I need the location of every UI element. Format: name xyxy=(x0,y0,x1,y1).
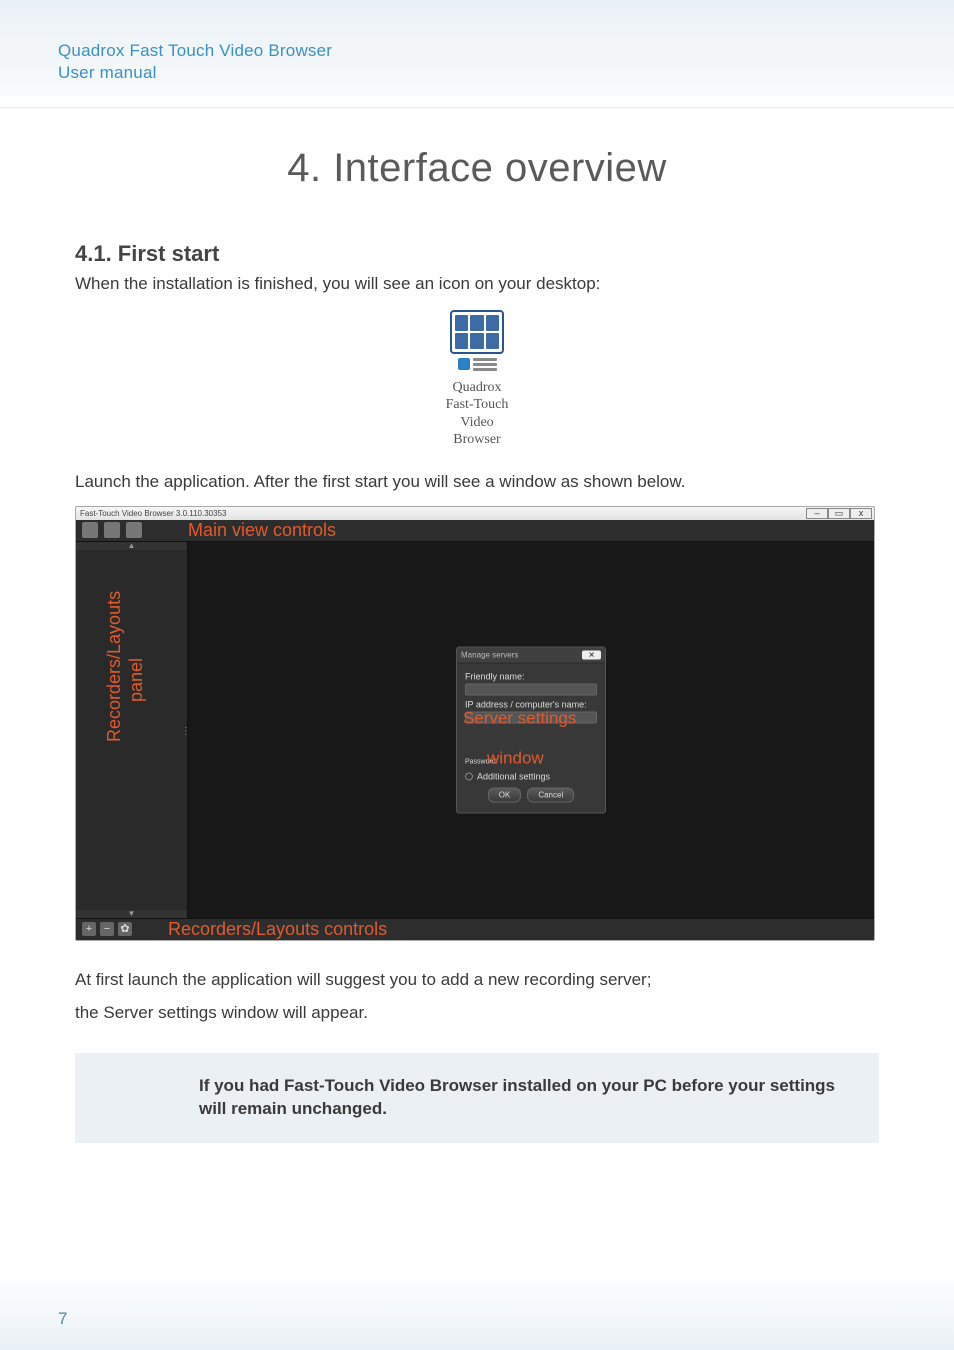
friendly-name-label: Friendly name: xyxy=(465,671,597,681)
launch-text: Launch the application. After the first … xyxy=(75,471,879,494)
page-content: 4. Interface overview 4.1. First start W… xyxy=(0,108,954,1143)
window-title: Fast-Touch Video Browser 3.0.110.30353 xyxy=(80,509,226,518)
app-icon xyxy=(450,310,504,354)
brand-title: Quadrox Fast Touch Video Browser xyxy=(58,40,954,62)
intro-text: When the installation is finished, you w… xyxy=(75,273,879,296)
window-buttons: – ▭ x xyxy=(806,508,872,519)
page-footer: 7 xyxy=(0,1275,954,1350)
main-viewport: Manage servers ✕ Friendly name: IP addre… xyxy=(188,542,874,918)
gear-icon[interactable]: ✿ xyxy=(118,922,132,936)
section-title: 4. Interface overview xyxy=(75,146,879,191)
brand-subtitle: User manual xyxy=(58,62,954,84)
additional-settings-toggle[interactable]: Additional settings xyxy=(465,771,597,781)
app-icon-caption: Quadrox Fast-Touch Video Browser xyxy=(435,379,520,449)
after-text-1: At first launch the application will sug… xyxy=(75,969,879,992)
server-settings-dialog: Manage servers ✕ Friendly name: IP addre… xyxy=(456,646,606,813)
layout-icon[interactable] xyxy=(104,522,120,538)
settings-icon[interactable] xyxy=(126,522,142,538)
annotation-main-controls: Main view controls xyxy=(188,520,336,541)
scroll-down-icon[interactable]: ▼ xyxy=(76,910,187,918)
subsection-title: 4.1. First start xyxy=(75,241,879,267)
desktop-icon-figure: Quadrox Fast-Touch Video Browser xyxy=(435,310,520,449)
annotation-side-panel2: panel xyxy=(126,658,147,702)
export-icon[interactable] xyxy=(82,522,98,538)
friendly-name-input[interactable] xyxy=(465,683,597,695)
note-text: If you had Fast-Touch Video Browser inst… xyxy=(199,1075,849,1121)
bottom-toolbar: + − ✿ Recorders/Layouts controls xyxy=(76,918,874,940)
note-box: If you had Fast-Touch Video Browser inst… xyxy=(75,1053,879,1143)
add-icon[interactable]: + xyxy=(82,922,96,936)
annotation-side-panel: Recorders/Layouts xyxy=(104,591,125,742)
cancel-button[interactable]: Cancel xyxy=(527,787,574,802)
page-header: Quadrox Fast Touch Video Browser User ma… xyxy=(0,0,954,108)
dialog-title: Manage servers xyxy=(461,650,518,659)
app-screenshot: Fast-Touch Video Browser 3.0.110.30353 –… xyxy=(75,506,875,941)
annotation-bottom-controls: Recorders/Layouts controls xyxy=(168,919,387,940)
ok-button[interactable]: OK xyxy=(488,787,522,802)
dialog-close-icon[interactable]: ✕ xyxy=(582,650,601,659)
annotation-server-settings-2: window xyxy=(487,749,544,767)
app-icon-sub xyxy=(435,358,520,371)
main-toolbar: Main view controls xyxy=(76,520,874,542)
annotation-server-settings-1: Server settings xyxy=(463,709,576,727)
page-number: 7 xyxy=(58,1309,67,1328)
maximize-button[interactable]: ▭ xyxy=(828,508,850,519)
scroll-up-icon[interactable]: ▲ xyxy=(76,542,187,550)
remove-icon[interactable]: − xyxy=(100,922,114,936)
recorders-layouts-panel[interactable]: ▲ Recorders/Layouts panel ⋮ ▼ xyxy=(76,542,188,918)
minimize-button[interactable]: – xyxy=(806,508,828,519)
window-titlebar: Fast-Touch Video Browser 3.0.110.30353 –… xyxy=(76,507,874,520)
close-button[interactable]: x xyxy=(850,508,872,519)
after-text-2: the Server settings window will appear. xyxy=(75,1002,879,1025)
chevron-down-icon xyxy=(465,772,473,780)
